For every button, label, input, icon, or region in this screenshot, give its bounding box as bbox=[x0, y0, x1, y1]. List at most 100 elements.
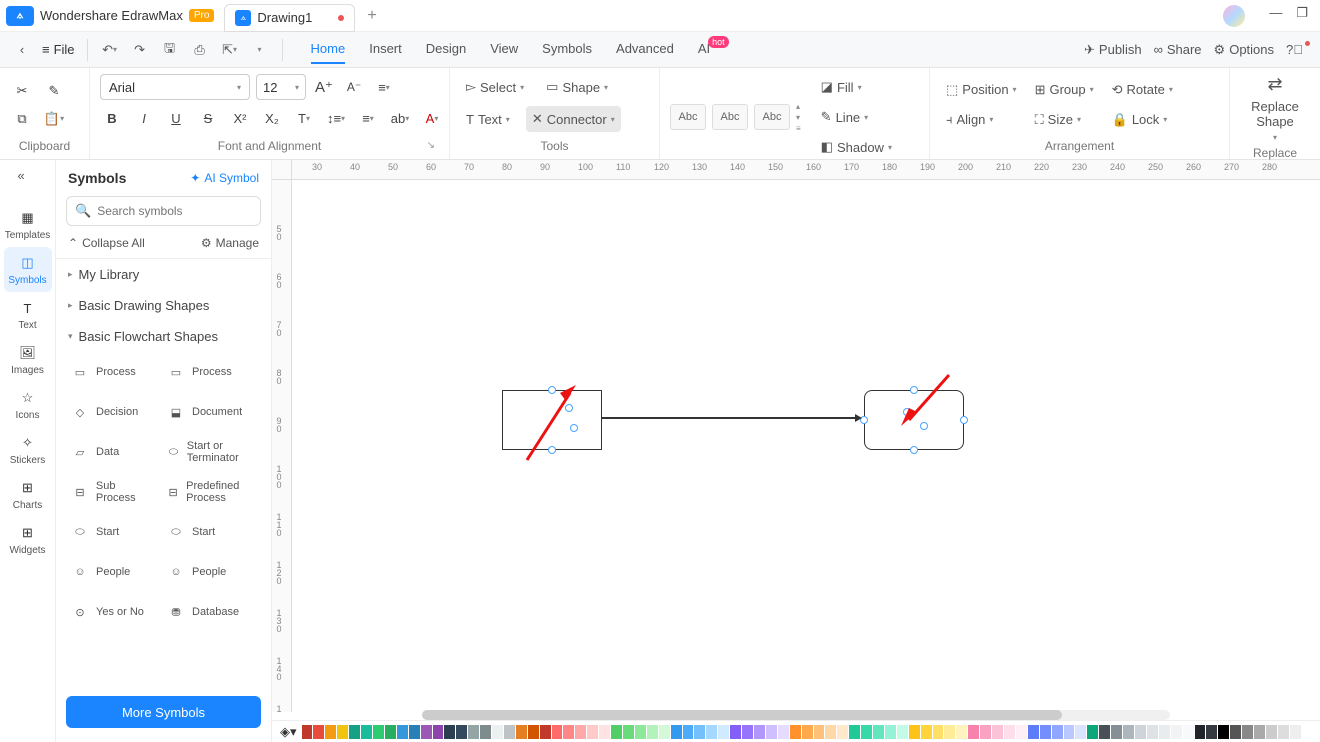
color-swatch[interactable] bbox=[385, 725, 396, 739]
color-swatch[interactable] bbox=[516, 725, 527, 739]
tab-home[interactable]: Home bbox=[311, 35, 346, 64]
color-swatch[interactable] bbox=[528, 725, 539, 739]
size-button[interactable]: ⛶Size▾ bbox=[1029, 107, 1100, 133]
color-swatch[interactable] bbox=[373, 725, 384, 739]
connector-tool-button[interactable]: ✕Connector▾ bbox=[526, 106, 621, 132]
decrease-font-button[interactable]: A⁻ bbox=[342, 75, 366, 99]
group-button[interactable]: ⊞Group▾ bbox=[1029, 77, 1100, 103]
superscript-button[interactable]: X² bbox=[228, 106, 252, 130]
list-button[interactable]: ≡▾ bbox=[356, 106, 380, 130]
color-swatch[interactable] bbox=[468, 725, 479, 739]
color-swatch[interactable] bbox=[909, 725, 920, 739]
color-swatch[interactable] bbox=[968, 725, 979, 739]
format-painter-button[interactable]: ✎ bbox=[42, 79, 66, 103]
color-swatch[interactable] bbox=[1183, 725, 1194, 739]
color-swatch[interactable] bbox=[599, 725, 610, 739]
minimize-button[interactable]: — bbox=[1269, 5, 1282, 27]
user-avatar-icon[interactable] bbox=[1223, 5, 1245, 27]
color-swatch[interactable] bbox=[313, 725, 324, 739]
search-symbols-input[interactable]: 🔍 bbox=[66, 196, 261, 226]
shadow-button[interactable]: ◧Shadow▾ bbox=[815, 134, 898, 160]
color-picker-icon[interactable]: ◈▾ bbox=[280, 724, 297, 740]
color-swatch[interactable] bbox=[563, 725, 574, 739]
color-swatch[interactable] bbox=[552, 725, 563, 739]
color-swatch[interactable] bbox=[302, 725, 313, 739]
share-button[interactable]: ∞Share bbox=[1154, 42, 1202, 57]
fill-button[interactable]: ◪Fill▾ bbox=[815, 74, 898, 100]
color-swatch[interactable] bbox=[778, 725, 789, 739]
add-tab-button[interactable]: + bbox=[367, 7, 376, 25]
bold-button[interactable]: B bbox=[100, 106, 124, 130]
position-button[interactable]: ⬚Position▾ bbox=[940, 77, 1023, 103]
shape-start[interactable]: ⬭Start bbox=[162, 512, 258, 552]
color-swatch[interactable] bbox=[1159, 725, 1170, 739]
color-swatch[interactable] bbox=[992, 725, 1003, 739]
font-name-select[interactable]: Arial▾ bbox=[100, 74, 250, 100]
color-swatch[interactable] bbox=[1195, 725, 1206, 739]
more-symbols-button[interactable]: More Symbols bbox=[66, 696, 261, 728]
color-swatch[interactable] bbox=[1230, 725, 1241, 739]
color-swatch[interactable] bbox=[456, 725, 467, 739]
color-swatch[interactable] bbox=[694, 725, 705, 739]
collapse-all-button[interactable]: ⌃Collapse All bbox=[68, 236, 145, 250]
style-preset-1[interactable]: Abc bbox=[670, 104, 706, 130]
color-swatch[interactable] bbox=[1254, 725, 1265, 739]
style-preset-3[interactable]: Abc bbox=[754, 104, 790, 130]
leftbar-item-widgets[interactable]: ⊞Widgets bbox=[4, 517, 52, 562]
shape-process[interactable]: ▭Process bbox=[66, 352, 162, 392]
text-case-button[interactable]: ab▾ bbox=[388, 106, 412, 130]
style-down-button[interactable]: ▾ bbox=[796, 113, 801, 122]
section-basic-flowchart[interactable]: ▾Basic Flowchart Shapes bbox=[56, 321, 271, 352]
rotate-button[interactable]: ⟲Rotate▾ bbox=[1106, 77, 1179, 103]
section-my-library[interactable]: ▸My Library bbox=[56, 259, 271, 290]
horizontal-scrollbar[interactable] bbox=[422, 710, 1170, 720]
color-swatch[interactable] bbox=[1052, 725, 1063, 739]
color-swatch[interactable] bbox=[349, 725, 360, 739]
color-swatch[interactable] bbox=[635, 725, 646, 739]
color-swatch[interactable] bbox=[492, 725, 503, 739]
font-launcher[interactable]: ↘ bbox=[427, 140, 435, 151]
shape-data[interactable]: ▱Data bbox=[66, 432, 162, 472]
undo-button[interactable]: ↶▾ bbox=[96, 36, 124, 64]
color-swatch[interactable] bbox=[361, 725, 372, 739]
color-swatch[interactable] bbox=[1206, 725, 1217, 739]
color-swatch[interactable] bbox=[1290, 725, 1301, 739]
color-swatch[interactable] bbox=[671, 725, 682, 739]
color-swatch[interactable] bbox=[540, 725, 551, 739]
color-swatch[interactable] bbox=[504, 725, 515, 739]
shape-people[interactable]: ☺People bbox=[162, 552, 258, 592]
color-swatch[interactable] bbox=[444, 725, 455, 739]
style-preset-2[interactable]: Abc bbox=[712, 104, 748, 130]
color-swatch[interactable] bbox=[825, 725, 836, 739]
color-swatch[interactable] bbox=[480, 725, 491, 739]
color-swatch[interactable] bbox=[1075, 725, 1086, 739]
color-swatch[interactable] bbox=[706, 725, 717, 739]
color-swatch[interactable] bbox=[718, 725, 729, 739]
color-swatch[interactable] bbox=[766, 725, 777, 739]
text-options-button[interactable]: T▾ bbox=[292, 106, 316, 130]
leftbar-item-stickers[interactable]: ✧Stickers bbox=[4, 427, 52, 472]
collapse-leftbar-button[interactable]: « bbox=[18, 168, 38, 188]
color-swatch[interactable] bbox=[1123, 725, 1134, 739]
document-tab[interactable]: ⟑ Drawing1 bbox=[224, 4, 355, 32]
color-swatch[interactable] bbox=[1028, 725, 1039, 739]
export-button[interactable]: ⇱▾ bbox=[216, 36, 244, 64]
help-button[interactable]: ?⃝ bbox=[1286, 42, 1312, 57]
color-swatch[interactable] bbox=[1040, 725, 1051, 739]
connection-handle[interactable] bbox=[910, 446, 918, 454]
color-swatch[interactable] bbox=[1135, 725, 1146, 739]
shape-document[interactable]: ⬓Document bbox=[162, 392, 258, 432]
cut-button[interactable]: ✂ bbox=[10, 79, 34, 103]
color-swatch[interactable] bbox=[885, 725, 896, 739]
color-swatch[interactable] bbox=[933, 725, 944, 739]
tab-symbols[interactable]: Symbols bbox=[542, 35, 592, 64]
print-button[interactable]: ⎙ bbox=[186, 36, 214, 64]
style-up-button[interactable]: ▴ bbox=[796, 102, 801, 111]
color-swatch[interactable] bbox=[814, 725, 825, 739]
color-swatch[interactable] bbox=[944, 725, 955, 739]
font-color-button[interactable]: A▾ bbox=[420, 106, 444, 130]
color-swatch[interactable] bbox=[1064, 725, 1075, 739]
color-swatch[interactable] bbox=[980, 725, 991, 739]
color-swatch[interactable] bbox=[421, 725, 432, 739]
color-swatch[interactable] bbox=[873, 725, 884, 739]
